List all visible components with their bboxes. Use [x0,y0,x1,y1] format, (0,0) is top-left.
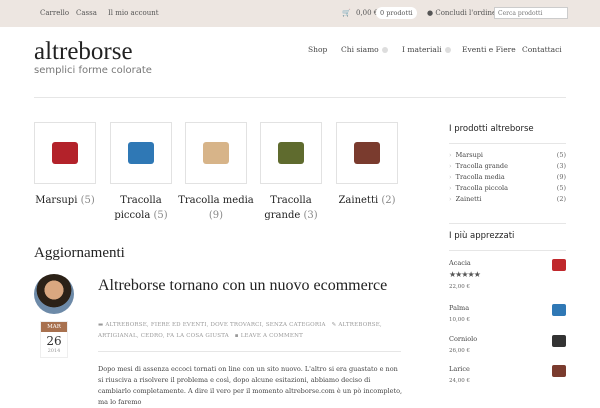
product-thumbnail[interactable] [552,304,566,316]
nav-contattaci[interactable]: Contattaci [522,45,562,54]
post-excerpt: Dopo mesi di assenza eccoci tornati on l… [98,365,403,406]
bag-image [278,142,304,164]
category-label[interactable]: Tracolla piccola (5) [103,193,179,223]
folder-icon: ▬ [98,322,104,328]
account-link[interactable]: Il mio account [108,9,159,17]
product-price: 10,00 € [449,317,470,323]
category-label[interactable]: Tracolla media (9) [178,193,254,223]
bag-image [203,142,229,164]
chevron-right-icon: › [449,173,452,181]
top-product[interactable]: Corniolo 26,00 € [449,335,566,354]
post-categories[interactable]: ALTREBORSE, FIERE ED EVENTI, DOVE TROVAR… [105,322,325,328]
product-thumbnail[interactable] [552,335,566,347]
product-price: 22,00 € [449,284,470,290]
updates-heading: Aggiornamenti [34,245,125,261]
sidebar-category[interactable]: › Tracolla piccola (5) [449,184,566,192]
category-label[interactable]: Tracolla grande (3) [253,193,329,223]
category-tile[interactable] [34,122,96,184]
cart-count-badge: 0 prodotti [376,7,417,19]
product-name[interactable]: Corniolo [449,335,566,343]
product-thumbnail[interactable] [552,365,566,377]
arrow-circle-icon: ● [427,9,434,17]
site-tagline: semplici forme colorate [34,65,152,76]
nav-eventi[interactable]: Eventi e Fiere [462,45,516,54]
rating-stars: ★★★★★ [449,270,481,279]
chevron-right-icon: › [449,195,452,203]
cart-icon[interactable]: 🛒 [342,9,351,17]
top-product[interactable]: Larice 24,00 € [449,365,566,384]
sidebar-category[interactable]: › Marsupi (5) [449,151,566,159]
chevron-right-icon: › [449,151,452,159]
nav-chi-siamo[interactable]: Chi siamo [341,45,388,54]
product-name[interactable]: Palma [449,304,566,312]
checkout-label: Concludi l'ordine [435,9,497,17]
site-logo[interactable]: altreborse [34,38,133,66]
post-day: 26 [46,334,62,348]
sidebar-category[interactable]: › Tracolla grande (3) [449,162,566,170]
dropdown-icon [381,47,388,53]
divider [449,250,566,251]
post-month: MAR [41,322,67,332]
divider [449,143,566,144]
post-year: 2014 [47,348,61,354]
sidebar-category[interactable]: › Zainetti (2) [449,195,566,203]
bag-image [354,142,380,164]
comment-icon: ▪ [234,333,239,339]
product-name[interactable]: Larice [449,365,566,373]
checkout-link[interactable]: Cassa [76,9,97,17]
post-meta: ▬ ALTREBORSE, FIERE ED EVENTI, DOVE TROV… [98,320,403,342]
post-date: MAR 26 2014 [40,321,68,358]
sidebar-category[interactable]: › Tracolla media (9) [449,173,566,181]
category-tile[interactable] [260,122,322,184]
divider [34,97,566,98]
nav-materiali[interactable]: I materiali [402,45,451,54]
product-thumbnail[interactable] [552,259,566,271]
product-price: 24,00 € [449,378,470,384]
cart-link[interactable]: Carrello [40,9,69,17]
divider [98,351,401,352]
top-bar: Carrello Cassa Il mio account 🛒 0,00 € 0… [0,0,600,27]
top-product[interactable]: Palma 10,00 € [449,304,566,323]
chevron-right-icon: › [449,162,452,170]
product-name[interactable]: Acacia [449,259,566,267]
dropdown-icon [444,47,451,53]
search-input[interactable] [494,7,568,19]
product-price: 26,00 € [449,348,470,354]
top-product[interactable]: Acacia ★★★★★ 22,00 € [449,259,566,290]
cart-total[interactable]: 0,00 € [356,9,378,17]
bag-image [128,142,154,164]
category-label[interactable]: Zainetti (2) [329,193,405,208]
nav-shop[interactable]: Shop [308,45,327,54]
checkout-button[interactable]: ● Concludi l'ordine [427,9,496,17]
category-tile[interactable] [185,122,247,184]
post-title[interactable]: Altreborse tornano con un nuovo ecommerc… [98,274,398,297]
tag-icon: ✎ [331,322,337,328]
bag-image [52,142,78,164]
leave-comment-link[interactable]: LEAVE A COMMENT [241,333,303,339]
chevron-right-icon: › [449,184,452,192]
category-tile[interactable] [110,122,172,184]
category-tile[interactable] [336,122,398,184]
products-widget-title: I prodotti altreborse [449,124,534,134]
divider [449,223,566,224]
author-avatar [34,274,74,314]
category-label[interactable]: Marsupi (5) [27,193,103,208]
top-rated-title: I più apprezzati [449,231,515,241]
